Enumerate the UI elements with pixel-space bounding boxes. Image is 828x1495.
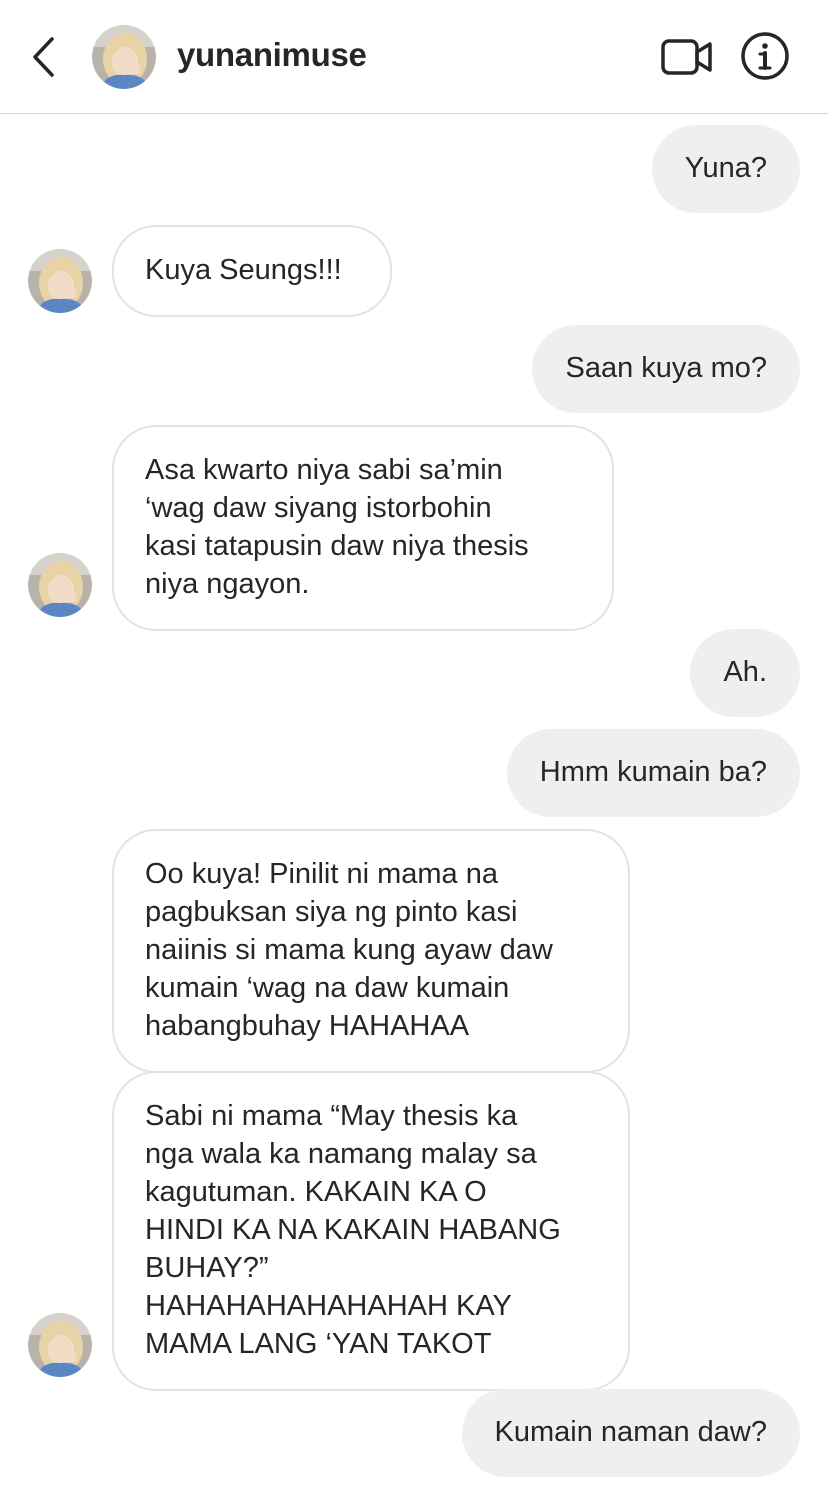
sent-message[interactable]: Kumain naman daw? xyxy=(461,1389,800,1477)
sender-avatar[interactable] xyxy=(28,249,92,313)
chat-username[interactable]: yunanimuse xyxy=(177,36,367,74)
back-button[interactable] xyxy=(24,32,64,82)
received-message[interactable]: Sabi ni mama “May thesis ka nga wala ka … xyxy=(112,1071,630,1391)
received-message[interactable]: Asa kwarto niya sabi sa’min ‘wag daw siy… xyxy=(112,425,614,631)
sender-avatar[interactable] xyxy=(28,1313,92,1377)
received-message[interactable]: Oo kuya! Pinilit ni mama na pagbuksan si… xyxy=(112,829,630,1073)
profile-avatar[interactable] xyxy=(92,25,156,89)
chat-header: yunanimuse xyxy=(0,0,828,114)
sent-message[interactable]: Yuna? xyxy=(651,125,800,213)
sent-message[interactable]: Ah. xyxy=(690,629,800,717)
sender-avatar[interactable] xyxy=(28,553,92,617)
sent-message[interactable]: Hmm kumain ba? xyxy=(506,729,800,817)
info-button[interactable] xyxy=(740,31,790,81)
video-camera-icon xyxy=(661,39,712,75)
chevron-left-icon xyxy=(33,37,54,77)
received-message[interactable]: Kuya Seungs!!! xyxy=(112,225,392,317)
info-icon xyxy=(741,32,789,80)
sent-message[interactable]: Saan kuya mo? xyxy=(532,325,800,413)
video-call-button[interactable] xyxy=(660,36,714,78)
